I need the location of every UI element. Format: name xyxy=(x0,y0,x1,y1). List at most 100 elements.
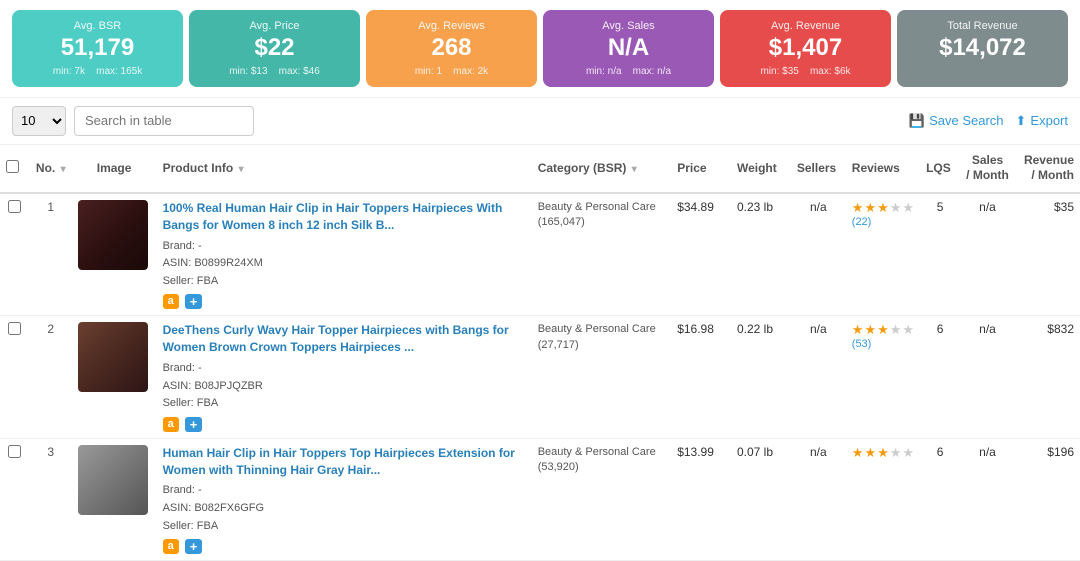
table-row: 3 Human Hair Clip in Hair Toppers Top Ha… xyxy=(0,438,1080,560)
star-empty-icon: ★ xyxy=(890,445,902,461)
table-body: 1 100% Real Human Hair Clip in Hair Topp… xyxy=(0,193,1080,561)
table-row: 2 DeeThens Curly Wavy Hair Topper Hairpi… xyxy=(0,316,1080,438)
bsr-value: 51,179 xyxy=(24,34,171,63)
table-header-row: No. ▾ Image Product Info ▾ Category (BSR… xyxy=(0,145,1080,193)
star-full-icon: ★ xyxy=(852,445,864,461)
star-full-icon: ★ xyxy=(852,322,864,338)
row-sellers: n/a xyxy=(791,438,846,560)
th-weight[interactable]: Weight xyxy=(731,145,791,193)
sales-label: Avg. Sales xyxy=(555,20,702,32)
th-product-info[interactable]: Product Info ▾ xyxy=(157,145,532,193)
star-full-icon: ★ xyxy=(877,200,889,216)
th-revenue-month[interactable]: Revenue/ Month xyxy=(1015,145,1080,193)
price-value: $22 xyxy=(201,34,348,63)
th-sellers[interactable]: Sellers xyxy=(791,145,846,193)
revenue-value: $1,407 xyxy=(732,34,879,63)
row-category: Beauty & Personal Care(165,047) xyxy=(532,193,672,316)
row-image-cell xyxy=(72,193,157,316)
per-page-select[interactable]: 10 25 50 xyxy=(12,106,66,136)
row-checkbox-cell[interactable] xyxy=(0,438,30,560)
th-select-all[interactable] xyxy=(0,145,30,193)
no-sort-arrow: ▾ xyxy=(61,164,66,175)
th-category[interactable]: Category (BSR) ▾ xyxy=(532,145,672,193)
th-sales-month[interactable]: Sales/ Month xyxy=(960,145,1015,193)
select-all-checkbox[interactable] xyxy=(6,160,19,173)
table-row: 1 100% Real Human Hair Clip in Hair Topp… xyxy=(0,193,1080,316)
row-price: $34.89 xyxy=(671,193,731,316)
total-revenue-value: $14,072 xyxy=(909,34,1056,63)
product-title[interactable]: 100% Real Human Hair Clip in Hair Topper… xyxy=(163,200,526,234)
add-to-list-badge[interactable]: + xyxy=(185,539,203,554)
product-image xyxy=(78,445,148,515)
amazon-badge[interactable]: a xyxy=(163,539,179,554)
row-checkbox-cell[interactable] xyxy=(0,316,30,438)
product-title[interactable]: Human Hair Clip in Hair Toppers Top Hair… xyxy=(163,445,526,479)
row-no: 1 xyxy=(30,193,72,316)
sales-minmax: min: n/a max: n/a xyxy=(555,66,702,77)
row-sales-month: n/a xyxy=(960,316,1015,438)
row-product-info: DeeThens Curly Wavy Hair Topper Hairpiec… xyxy=(157,316,532,438)
row-reviews: ★★★★★ xyxy=(846,438,920,560)
th-reviews[interactable]: Reviews xyxy=(846,145,920,193)
search-input[interactable] xyxy=(74,106,254,136)
save-search-button[interactable]: 💾 Save Search xyxy=(909,113,1004,129)
sales-value: N/A xyxy=(555,34,702,63)
product-actions: a + xyxy=(163,539,526,554)
reviews-label: Avg. Reviews xyxy=(378,20,525,32)
row-checkbox[interactable] xyxy=(8,322,21,335)
star-half-icon: ★ xyxy=(877,445,889,461)
th-price[interactable]: Price xyxy=(671,145,731,193)
row-category: Beauty & Personal Care(27,717) xyxy=(532,316,672,438)
row-revenue-month: $832 xyxy=(1015,316,1080,438)
row-checkbox-cell[interactable] xyxy=(0,193,30,316)
amazon-badge[interactable]: a xyxy=(163,417,179,432)
toolbar-right: 💾 Save Search ⬆ Export xyxy=(909,113,1068,129)
star-full-icon: ★ xyxy=(864,445,876,461)
sales-card: Avg. Sales N/A min: n/a max: n/a xyxy=(543,10,714,87)
product-meta: Brand: - ASIN: B0899R24XM Seller: FBA xyxy=(163,238,526,291)
row-weight: 0.23 lb xyxy=(731,193,791,316)
total-revenue-label: Total Revenue xyxy=(909,20,1056,32)
product-sort-arrow: ▾ xyxy=(239,164,244,175)
th-image: Image xyxy=(72,145,157,193)
add-to-list-badge[interactable]: + xyxy=(185,294,203,309)
revenue-label: Avg. Revenue xyxy=(732,20,879,32)
row-no: 3 xyxy=(30,438,72,560)
th-lqs[interactable]: LQS xyxy=(920,145,960,193)
products-table: No. ▾ Image Product Info ▾ Category (BSR… xyxy=(0,145,1080,561)
products-table-wrap: No. ▾ Image Product Info ▾ Category (BSR… xyxy=(0,145,1080,561)
review-count: (22) xyxy=(852,216,914,228)
row-weight: 0.07 lb xyxy=(731,438,791,560)
row-image-cell xyxy=(72,438,157,560)
row-checkbox[interactable] xyxy=(8,200,21,213)
product-meta: Brand: - ASIN: B08JPJQZBR Seller: FBA xyxy=(163,360,526,413)
star-empty-icon: ★ xyxy=(902,200,914,216)
price-minmax: min: $13 max: $46 xyxy=(201,66,348,77)
row-checkbox[interactable] xyxy=(8,445,21,458)
row-revenue-month: $196 xyxy=(1015,438,1080,560)
add-to-list-badge[interactable]: + xyxy=(185,417,203,432)
row-product-info: 100% Real Human Hair Clip in Hair Topper… xyxy=(157,193,532,316)
product-image xyxy=(78,200,148,270)
export-button[interactable]: ⬆ Export xyxy=(1016,113,1068,129)
product-actions: a + xyxy=(163,294,526,309)
product-image xyxy=(78,322,148,392)
bsr-minmax: min: 7k max: 165k xyxy=(24,66,171,77)
reviews-card: Avg. Reviews 268 min: 1 max: 2k xyxy=(366,10,537,87)
export-icon: ⬆ xyxy=(1016,113,1027,129)
reviews-value: 268 xyxy=(378,34,525,63)
revenue-minmax: min: $35 max: $6k xyxy=(732,66,879,77)
row-reviews: ★★★★★ (22) xyxy=(846,193,920,316)
toolbar: 10 25 50 💾 Save Search ⬆ Export xyxy=(0,97,1080,145)
row-reviews: ★★★★★ (53) xyxy=(846,316,920,438)
th-no[interactable]: No. ▾ xyxy=(30,145,72,193)
amazon-badge[interactable]: a xyxy=(163,294,179,309)
star-empty-icon: ★ xyxy=(902,445,914,461)
row-sales-month: n/a xyxy=(960,438,1015,560)
row-price: $16.98 xyxy=(671,316,731,438)
total-revenue-card: Total Revenue $14,072 xyxy=(897,10,1068,87)
star-empty-icon: ★ xyxy=(890,322,902,338)
product-actions: a + xyxy=(163,417,526,432)
product-title[interactable]: DeeThens Curly Wavy Hair Topper Hairpiec… xyxy=(163,322,526,356)
row-image-cell xyxy=(72,316,157,438)
